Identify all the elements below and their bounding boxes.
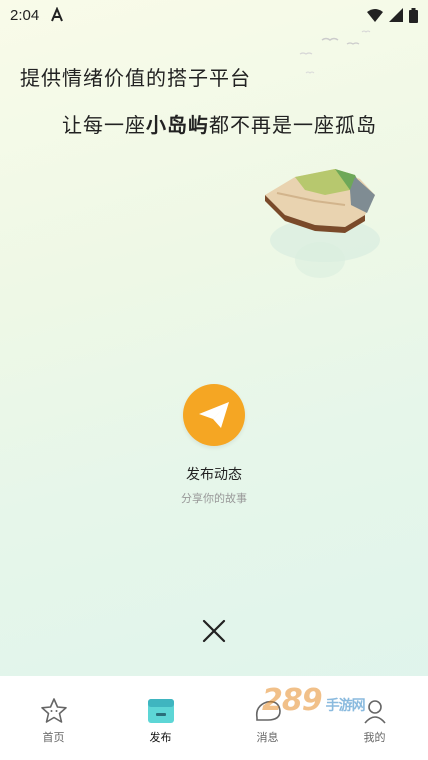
- chat-icon: [255, 700, 281, 721]
- tab-profile[interactable]: 我的: [321, 676, 428, 760]
- birds-illustration: [299, 30, 371, 74]
- island-illustration: [265, 169, 380, 278]
- tab-profile-label: 我的: [363, 731, 386, 744]
- headline-line2: 让每一座小岛屿都不再是一座孤岛: [62, 109, 377, 138]
- publish-subtitle: 分享你的故事: [181, 492, 247, 505]
- headline-line1: 提供情绪价值的搭子平台: [20, 66, 251, 90]
- wifi-icon: [367, 9, 383, 22]
- headline-line2-prefix: 让每一座: [62, 113, 146, 137]
- tab-messages[interactable]: 消息: [214, 676, 321, 760]
- bottom-tab-bar: 首页 发布 消息 我的: [0, 676, 428, 760]
- status-time: 2:04: [10, 6, 40, 24]
- headline-line2-bold: 小岛屿: [146, 113, 209, 137]
- signal-icon: [389, 8, 403, 22]
- publish-post-button[interactable]: [183, 384, 245, 446]
- tab-publish-label: 发布: [149, 731, 172, 744]
- app-notification-icon: [51, 7, 64, 22]
- headline-line2-suffix: 都不再是一座孤岛: [209, 113, 377, 137]
- tab-home[interactable]: 首页: [0, 676, 107, 760]
- status-bar: 2:04: [0, 0, 428, 30]
- tab-messages-label: 消息: [256, 731, 279, 744]
- publish-label[interactable]: 发布动态: [0, 464, 428, 484]
- tab-publish[interactable]: 发布: [107, 676, 214, 760]
- close-icon[interactable]: [200, 617, 228, 645]
- paper-plane-icon: [199, 402, 229, 428]
- battery-icon: [409, 7, 418, 23]
- status-icons: [367, 7, 418, 23]
- publish-box-icon: [147, 699, 174, 723]
- profile-icon: [363, 700, 386, 724]
- tab-home-label: 首页: [42, 731, 65, 744]
- star-icon: [40, 698, 67, 723]
